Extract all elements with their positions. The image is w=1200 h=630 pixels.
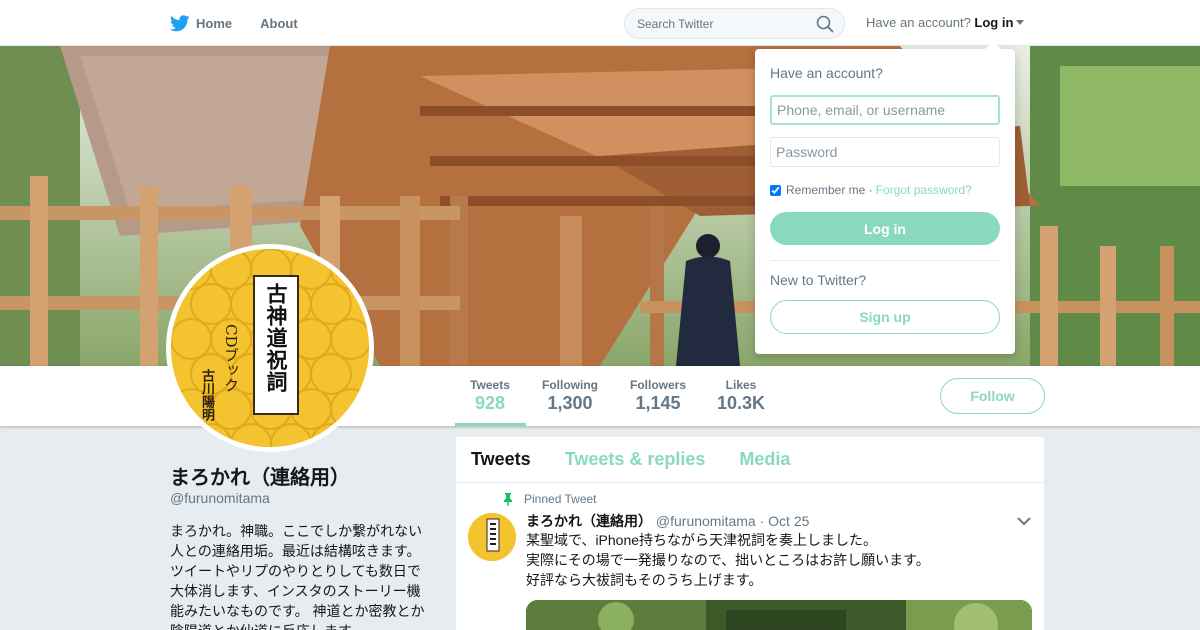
nav-about[interactable]: About <box>260 16 298 31</box>
divider <box>770 260 1000 261</box>
dropdown-title: Have an account? <box>770 65 883 81</box>
tweet-header: まろかれ（連絡用） @furunomitama · Oct 25 <box>526 511 809 531</box>
remember-row: Remember me · Forgot password? <box>770 183 972 197</box>
tweet-avatar-image <box>468 513 516 561</box>
signup-button[interactable]: Sign up <box>770 300 1000 334</box>
timeline: Tweets Tweets & replies Media Pinned Twe… <box>456 437 1044 630</box>
top-navigation-bar: Home About Have an account? Log in <box>0 0 1200 46</box>
tweet-line: 好評なら大祓詞もそのうち上げます。 <box>526 572 763 588</box>
nav-login-link[interactable]: Log in <box>974 15 1013 30</box>
profile-name[interactable]: まろかれ（連絡用） <box>170 461 350 490</box>
nav-about-label: About <box>260 15 298 31</box>
stat-following[interactable]: Following 1,300 <box>536 378 604 414</box>
follow-button[interactable]: Follow <box>940 378 1045 414</box>
username-field[interactable] <box>770 95 1000 125</box>
stat-label: Likes <box>725 378 757 392</box>
stat-value: 10.3K <box>716 393 766 413</box>
have-account-text: Have an account? <box>866 15 971 30</box>
avatar-image: 古神道祝詞 CDブック 古川陽明 <box>171 249 369 447</box>
pinned-indicator: Pinned Tweet <box>502 492 597 506</box>
tab-tweets[interactable]: Tweets <box>471 449 531 470</box>
stat-label: Tweets <box>470 378 510 392</box>
tweet-video-thumbnail <box>526 600 1032 630</box>
active-stat-underline <box>455 423 526 426</box>
login-dropdown: Have an account? Remember me · Forgot pa… <box>755 41 1015 354</box>
tab-tweets-and-replies[interactable]: Tweets & replies <box>565 449 706 470</box>
stat-value: 1,145 <box>635 393 681 413</box>
stat-value: 1,300 <box>547 393 593 413</box>
new-to-twitter-text: New to Twitter? <box>770 272 867 288</box>
avatar-subtitle: CDブック <box>222 324 240 393</box>
avatar-title: 古神道祝詞 <box>264 283 289 393</box>
stat-likes[interactable]: Likes 10.3K <box>710 378 772 414</box>
login-nav: Have an account? Log in <box>866 15 1025 30</box>
avatar-title-box: 古神道祝詞 <box>253 275 299 415</box>
nav-home-label: Home <box>196 15 233 31</box>
password-field[interactable] <box>770 137 1000 167</box>
profile-handle[interactable]: @furunomitama <box>170 490 270 506</box>
search-box <box>624 8 845 39</box>
twitter-bird-icon <box>170 14 190 31</box>
separator-dot: · <box>868 183 873 197</box>
remember-label[interactable]: Remember me <box>786 183 865 197</box>
search-icon[interactable] <box>816 15 834 33</box>
avatar-author: 古川陽明 <box>199 369 214 421</box>
nav-home[interactable]: Home <box>170 14 233 32</box>
login-button[interactable]: Log in <box>770 212 1000 245</box>
tweet-handle[interactable]: @furunomitama <box>656 513 756 529</box>
pinned-label: Pinned Tweet <box>524 492 597 506</box>
pin-icon <box>504 492 512 506</box>
tweet-text: 某聖域で、iPhone持ちながら天津祝詞を奏上しました。 実際にその場で一発撮り… <box>526 530 930 590</box>
nav-left: Home About <box>170 0 326 46</box>
tweet-line: 某聖域で、iPhone持ちながら天津祝詞を奏上しました。 <box>526 532 878 548</box>
stat-label: Followers <box>629 378 686 392</box>
timeline-tabs: Tweets Tweets & replies Media <box>456 437 1044 483</box>
tweet-avatar[interactable] <box>468 513 516 561</box>
stat-label: Following <box>542 378 598 392</box>
tweet-media[interactable] <box>526 600 1032 630</box>
profile-avatar[interactable]: 古神道祝詞 CDブック 古川陽明 <box>166 244 374 452</box>
tweet-line: 実際にその場で一発撮りなので、拙いところはお許し願います。 <box>526 552 930 568</box>
stat-value: 928 <box>474 393 506 413</box>
search-input[interactable] <box>625 9 805 38</box>
chevron-down-icon[interactable] <box>1016 515 1032 527</box>
caret-down-icon[interactable] <box>1016 20 1025 25</box>
forgot-password-link[interactable]: Forgot password? <box>876 183 972 197</box>
tab-media[interactable]: Media <box>739 449 790 470</box>
tweet-date[interactable]: · Oct 25 <box>760 513 810 529</box>
remember-me-checkbox[interactable] <box>770 184 781 196</box>
tweet-author[interactable]: まろかれ（連絡用） <box>526 513 652 529</box>
profile-bio: まろかれ。神職。ここでしか繋がれない人との連絡用垢。最近は結構呟きます。ツイート… <box>170 523 425 630</box>
stat-followers[interactable]: Followers 1,145 <box>624 378 692 414</box>
stat-tweets[interactable]: Tweets 928 <box>462 378 518 414</box>
